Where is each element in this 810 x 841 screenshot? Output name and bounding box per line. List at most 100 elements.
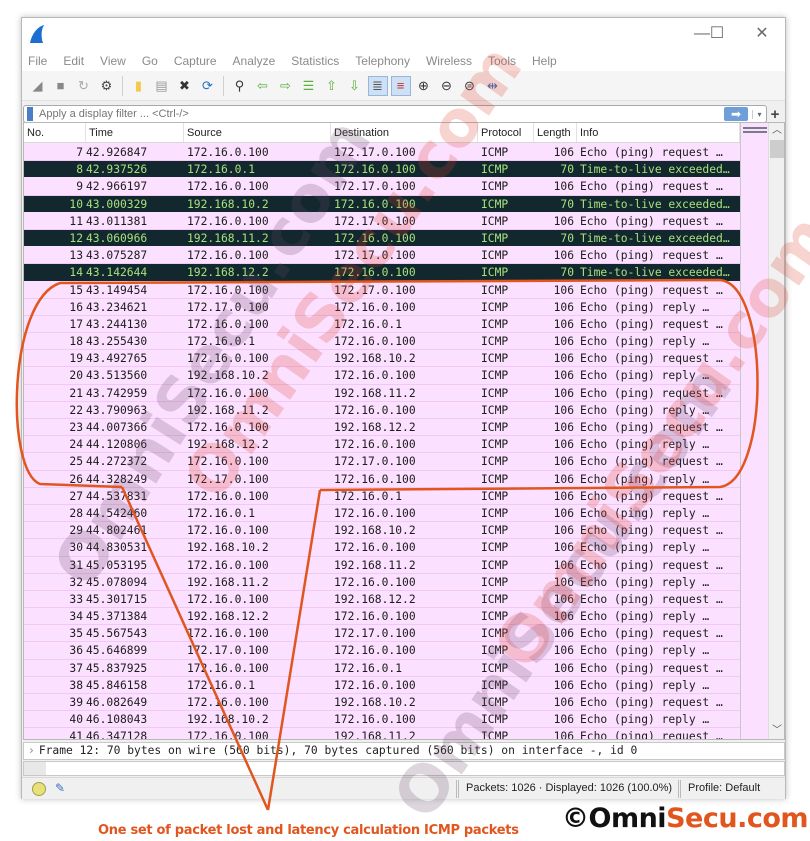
filter-bookmark-icon[interactable] xyxy=(27,107,33,121)
packet-number: 15 xyxy=(69,283,83,297)
menu-statistics[interactable]: Statistics xyxy=(291,54,339,68)
packet-row[interactable]: 37 45.837925 172.16.0.100 172.16.0.1 ICMP 106… xyxy=(24,659,740,677)
packet-row[interactable]: 9 42.966197 172.16.0.100 172.17.0.100 ICMP 10… xyxy=(24,178,740,196)
normal-size-icon[interactable]: ⊜ xyxy=(460,76,480,96)
go-forward-icon[interactable]: ⇨ xyxy=(276,76,296,96)
packet-time: 43.790963 xyxy=(86,403,148,417)
packet-row[interactable]: 16 43.234621 172.17.0.100 172.16.0.100 ICMP 1… xyxy=(24,298,740,316)
packet-row[interactable]: 30 44.830531 192.168.10.2 172.16.0.100 ICMP 1… xyxy=(24,539,740,557)
packet-row[interactable]: 28 44.542460 172.16.0.1 172.16.0.100 ICMP 106… xyxy=(24,504,740,523)
frame-summary[interactable]: Frame 12: 70 bytes on wire (560 bits), 7… xyxy=(39,744,638,757)
packet-row[interactable]: 33 45.301715 172.16.0.100 192.168.12.2 ICMP 1… xyxy=(24,590,740,609)
colorize-icon[interactable]: ≡ xyxy=(390,75,411,96)
packet-protocol: ICMP xyxy=(481,421,509,434)
packet-row[interactable]: 35 45.567543 172.16.0.100 172.17.0.100 ICMP 1… xyxy=(24,625,740,643)
menu-capture[interactable]: Capture xyxy=(174,54,217,68)
packet-row[interactable]: 22 43.790963 192.168.11.2 172.16.0.100 ICMP 1… xyxy=(24,401,740,419)
zoom-in-icon[interactable]: ⊕ xyxy=(414,76,434,96)
packet-row[interactable]: 10 43.000329 192.168.10.2 172.16.0.100 ICMP 7… xyxy=(24,195,740,213)
menu-view[interactable]: View xyxy=(100,54,126,68)
menu-edit[interactable]: Edit xyxy=(63,54,84,68)
go-first-packet-icon[interactable]: ⇧ xyxy=(322,76,342,96)
go-last-packet-icon[interactable]: ⇩ xyxy=(345,76,365,96)
packet-row[interactable]: 34 45.371384 192.168.12.2 172.16.0.100 ICMP 1… xyxy=(24,608,740,626)
scrollbar-thumb[interactable] xyxy=(770,140,784,158)
stop-capture-icon[interactable]: ■ xyxy=(51,76,71,96)
start-capture-icon[interactable]: ◢ xyxy=(28,76,48,96)
packet-row[interactable]: 20 43.513560 192.168.10.2 172.16.0.100 ICMP 1… xyxy=(24,367,740,385)
packet-row[interactable]: 23 44.007366 172.16.0.100 192.168.12.2 ICMP 1… xyxy=(24,419,740,437)
column-header-no[interactable]: No. xyxy=(24,123,86,142)
column-header-length[interactable]: Length xyxy=(534,123,577,142)
expert-info-icon[interactable] xyxy=(32,782,46,796)
packet-row[interactable]: 13 43.075287 172.16.0.100 172.17.0.100 ICMP 1… xyxy=(24,247,740,265)
packet-row[interactable]: 18 43.255430 172.16.0.1 172.16.0.100 ICMP 106… xyxy=(24,333,740,351)
menu-tools[interactable]: Tools xyxy=(488,54,516,68)
reload-file-icon[interactable]: ⟳ xyxy=(198,76,218,96)
open-file-icon[interactable]: ▮ xyxy=(129,76,149,96)
close-file-icon[interactable]: ✖ xyxy=(175,76,195,96)
packet-row[interactable]: 41 46.347128 172.16.0.100 192.168.11.2 ICMP 1… xyxy=(24,728,740,739)
packet-row[interactable]: 21 43.742959 172.16.0.100 192.168.11.2 ICMP 1… xyxy=(24,384,740,402)
capture-comment-icon[interactable]: ✎ xyxy=(55,781,65,795)
packet-bytes-pane[interactable] xyxy=(23,761,785,776)
profile-status[interactable]: Profile: Default xyxy=(688,782,760,794)
packet-row[interactable]: 8 42.937526 172.16.0.1 172.16.0.100 ICMP 70 Ti… xyxy=(24,161,740,179)
packet-row[interactable]: 15 43.149454 172.16.0.100 172.17.0.100 ICMP 1… xyxy=(24,281,740,299)
packet-minimap[interactable] xyxy=(740,123,768,739)
bytes-scrollbar[interactable] xyxy=(24,762,46,775)
go-back-icon[interactable]: ⇦ xyxy=(253,76,273,96)
menu-go[interactable]: Go xyxy=(142,54,158,68)
packet-row[interactable]: 29 44.802461 172.16.0.100 192.168.10.2 ICMP 1… xyxy=(24,522,740,540)
packet-row[interactable]: 31 45.053195 172.16.0.100 192.168.11.2 ICMP 1… xyxy=(24,556,740,574)
packet-details-pane[interactable]: › Frame 12: 70 bytes on wire (560 bits), … xyxy=(23,742,785,760)
scroll-down-icon[interactable]: ﹀ xyxy=(769,723,784,739)
packet-row[interactable]: 32 45.078094 192.168.11.2 172.16.0.100 ICMP 1… xyxy=(24,573,740,591)
restart-capture-icon[interactable]: ↻ xyxy=(74,76,94,96)
autoscroll-icon[interactable]: ≣ xyxy=(367,75,388,96)
menu-wireless[interactable]: Wireless xyxy=(426,54,472,68)
scroll-up-icon[interactable]: ︿ xyxy=(769,123,784,139)
menu-telephony[interactable]: Telephony xyxy=(355,54,410,68)
packet-row[interactable]: 38 45.846158 172.16.0.1 172.16.0.100 ICMP 106… xyxy=(24,676,740,694)
packet-row[interactable]: 17 43.244130 172.16.0.100 172.16.0.1 ICMP 106… xyxy=(24,315,740,334)
packet-info: Echo (ping) reply … xyxy=(580,575,710,589)
save-file-icon[interactable]: ▤ xyxy=(152,76,172,96)
column-header-protocol[interactable]: Protocol xyxy=(478,123,534,142)
packet-row[interactable]: 14 43.142644 192.168.12.2 172.16.0.100 ICMP 7… xyxy=(24,264,740,282)
packet-row[interactable]: 24 44.120806 192.168.12.2 172.16.0.100 ICMP 1… xyxy=(24,436,740,454)
column-header-info[interactable]: Info xyxy=(577,123,740,142)
packet-row[interactable]: 25 44.272372 172.16.0.100 172.17.0.100 ICMP 1… xyxy=(24,453,740,471)
column-header-time[interactable]: Time xyxy=(86,123,184,142)
resize-columns-icon[interactable]: ⇹ xyxy=(483,76,503,96)
packet-row[interactable]: 27 44.537831 172.16.0.100 172.16.0.1 ICMP 106… xyxy=(24,487,740,505)
packet-row[interactable]: 11 43.011381 172.16.0.100 172.17.0.100 ICMP 1… xyxy=(24,212,740,230)
menu-file[interactable]: File xyxy=(28,54,47,68)
packet-row[interactable]: 26 44.328249 172.17.0.100 172.16.0.100 ICMP 1… xyxy=(24,470,740,488)
packet-row[interactable]: 36 45.646899 172.17.0.100 172.16.0.100 ICMP 1… xyxy=(24,642,740,660)
column-header-source[interactable]: Source xyxy=(184,123,331,142)
add-filter-button[interactable]: + xyxy=(767,106,783,123)
packet-row[interactable]: 12 43.060966 192.168.11.2 172.16.0.100 ICMP 7… xyxy=(24,229,740,248)
apply-filter-button[interactable]: ➡ xyxy=(724,107,748,121)
packet-row[interactable]: 40 46.108043 192.168.10.2 172.16.0.100 ICMP 1… xyxy=(24,711,740,729)
packet-source: 172.16.0.100 xyxy=(187,249,269,263)
menu-help[interactable]: Help xyxy=(532,54,557,68)
find-packet-icon[interactable]: ⚲ xyxy=(230,76,250,96)
display-filter-input[interactable] xyxy=(39,108,724,120)
packet-row[interactable]: 7 42.926847 172.16.0.100 172.17.0.100 ICMP 10… xyxy=(24,144,740,162)
zoom-out-icon[interactable]: ⊖ xyxy=(437,76,457,96)
go-to-packet-icon[interactable]: ☰ xyxy=(299,76,319,96)
column-header-destination[interactable]: Destination xyxy=(331,123,478,142)
packet-destination: 172.16.0.1 xyxy=(334,489,403,503)
close-button[interactable]: ✕ xyxy=(747,24,777,44)
packet-list-scrollbar[interactable]: ︿ ﹀ xyxy=(768,123,784,739)
packet-row[interactable]: 19 43.492765 172.16.0.100 192.168.10.2 ICMP 1… xyxy=(24,350,740,368)
filter-history-dropdown[interactable]: ▾ xyxy=(752,109,766,119)
capture-options-icon[interactable]: ⚙ xyxy=(97,76,117,96)
packet-info: Echo (ping) reply … xyxy=(580,472,710,486)
packet-row[interactable]: 39 46.082649 172.16.0.100 192.168.10.2 ICMP 1… xyxy=(24,694,740,712)
menu-analyze[interactable]: Analyze xyxy=(233,54,276,68)
expand-arrow-icon[interactable]: › xyxy=(28,744,35,757)
maximize-button[interactable]: ☐ xyxy=(702,24,732,44)
